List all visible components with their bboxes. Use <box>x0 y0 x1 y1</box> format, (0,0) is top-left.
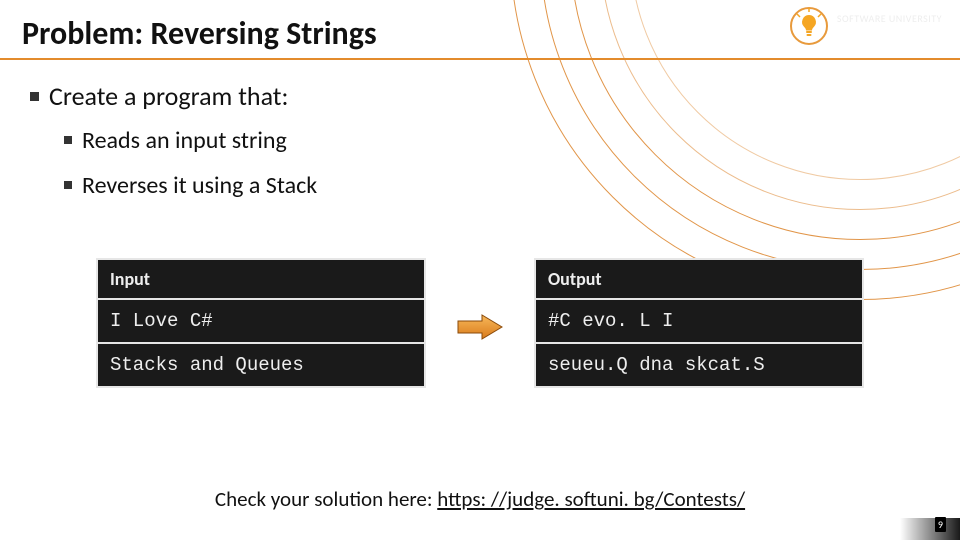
logo: SOFTWARE UNIVERSITY FOUNDATION <box>789 6 942 46</box>
corner-strip <box>900 518 960 540</box>
bullet-sub-2: Reverses it using a Stack <box>64 171 930 200</box>
slide: Problem: Reversing Strings SOFTWARE UNIV… <box>0 0 960 540</box>
bullet-square-icon <box>30 92 39 101</box>
logo-text: SOFTWARE UNIVERSITY FOUNDATION <box>837 14 942 39</box>
output-cell: seueu.Q dna skcat.S <box>535 343 863 387</box>
table-row: seueu.Q dna skcat.S <box>535 343 863 387</box>
lightbulb-gear-icon <box>789 6 829 46</box>
footer-prefix: Check your solution here: <box>215 486 437 512</box>
content: Create a program that: Reads an input st… <box>30 80 930 216</box>
bullet-main-text: Create a program that: <box>49 80 288 112</box>
arrow-right-icon <box>454 312 506 342</box>
input-header: Input <box>97 259 425 299</box>
input-cell: I Love C# <box>97 299 425 343</box>
bullet-square-icon <box>64 181 72 189</box>
table-row: #C evo. L I <box>535 299 863 343</box>
output-header: Output <box>535 259 863 299</box>
bullet-square-icon <box>64 136 72 144</box>
bullet-sub-2-text: Reverses it using a Stack <box>82 171 317 200</box>
solution-link[interactable]: https: //judge. softuni. bg/Contests/ <box>437 486 745 512</box>
table-row: Stacks and Queues <box>97 343 425 387</box>
page-number: 9 <box>935 517 946 532</box>
input-table: Input I Love C# Stacks and Queues <box>96 258 426 388</box>
io-tables: Input I Love C# Stacks and Queues Output… <box>0 258 960 388</box>
bullet-main: Create a program that: <box>30 80 930 112</box>
bullet-sub-1-text: Reads an input string <box>82 126 287 155</box>
page-title: Problem: Reversing Strings <box>22 14 377 53</box>
footer: Check your solution here: https: //judge… <box>0 486 960 512</box>
bullet-sub-1: Reads an input string <box>64 126 930 155</box>
output-table: Output #C evo. L I seueu.Q dna skcat.S <box>534 258 864 388</box>
table-row: I Love C# <box>97 299 425 343</box>
title-underline <box>0 58 960 60</box>
input-cell: Stacks and Queues <box>97 343 425 387</box>
output-cell: #C evo. L I <box>535 299 863 343</box>
logo-line2: FOUNDATION <box>837 24 942 39</box>
